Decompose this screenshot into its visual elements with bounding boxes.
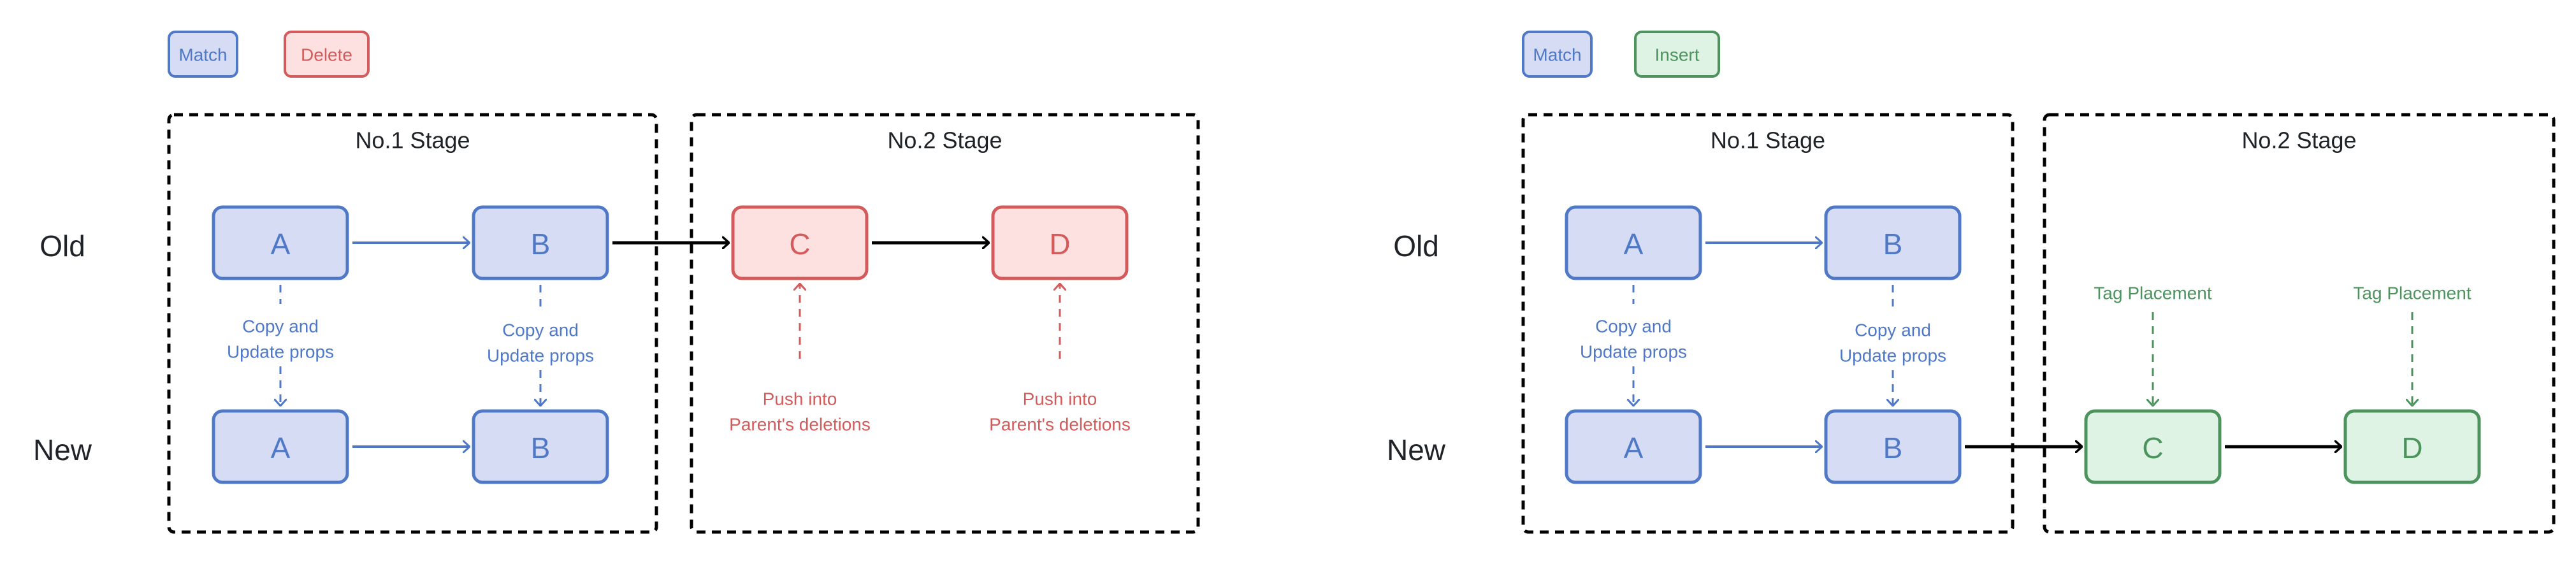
node-label: C — [789, 227, 810, 261]
node-new-B[interactable]: B — [472, 409, 609, 484]
annotation-line-2: Update props — [227, 342, 334, 362]
legend-match: Match — [168, 31, 238, 78]
row-label-old: Old — [1393, 229, 1439, 263]
stage-title: No.1 Stage — [355, 127, 470, 154]
annotation-line-1: Push into — [763, 389, 837, 409]
stage-frame — [690, 113, 1200, 534]
node-new-A[interactable]: A — [212, 409, 349, 484]
annotation-match: Copy and Update props — [1580, 285, 1687, 406]
annotation-line-2: Update props — [487, 346, 594, 366]
legend-label-match: Match — [178, 45, 227, 65]
annotation-line-1: Push into — [1023, 389, 1097, 409]
node-old-B[interactable]: B — [472, 205, 609, 280]
node-label: D — [2401, 431, 2422, 465]
node-label: B — [531, 431, 551, 465]
annotation-line-1: Tag Placement — [2094, 284, 2211, 303]
annotation-line-1: Copy and — [1595, 317, 1672, 336]
stage-title: No.2 Stage — [887, 127, 1002, 154]
node-new-C[interactable]: C — [2084, 409, 2222, 484]
node-label: A — [271, 431, 291, 465]
legend-label-insert: Insert — [1654, 45, 1699, 65]
legend-label-delete: Delete — [301, 45, 352, 65]
node-new-D[interactable]: D — [2343, 409, 2481, 484]
node-new-A[interactable]: A — [1565, 409, 1702, 484]
annotation-line-2: Parent's deletions — [989, 415, 1131, 435]
stage-2: No.2 Stage — [690, 113, 1200, 534]
node-old-A[interactable]: A — [1565, 205, 1702, 280]
annotation-insert: Tag Placement — [2094, 284, 2212, 407]
panel-delete: Match DeleteOldNewNo.1 Stage No.2 StageA B C… — [33, 31, 1200, 534]
row-label-new: New — [33, 433, 92, 466]
annotation-line-2: Update props — [1839, 346, 1946, 366]
node-label: B — [1883, 431, 1903, 465]
annotation-match: Copy and Update props — [227, 285, 334, 406]
node-new-B[interactable]: B — [1824, 409, 1962, 484]
annotation-match: Copy and Update props — [1839, 285, 1946, 406]
node-old-D[interactable]: D — [991, 205, 1129, 280]
node-old-A[interactable]: A — [212, 205, 349, 280]
annotation-match: Copy and Update props — [487, 285, 594, 406]
node-label: B — [1883, 227, 1903, 261]
annotation-line-1: Copy and — [502, 321, 579, 340]
legend-delete: Delete — [284, 31, 370, 78]
annotation-delete: Push into Parent's deletions — [729, 284, 871, 435]
row-label-new: New — [1387, 433, 1446, 466]
annotation-line-2: Update props — [1580, 342, 1687, 362]
node-old-C[interactable]: C — [731, 205, 869, 280]
annotation-insert: Tag Placement — [2353, 284, 2471, 407]
annotation-line-1: Copy and — [1855, 321, 1931, 340]
node-label: C — [2142, 431, 2163, 465]
stage-title: No.1 Stage — [1711, 127, 1825, 154]
node-label: B — [531, 227, 551, 261]
node-label: A — [1624, 431, 1644, 465]
legend-match: Match — [1522, 31, 1593, 78]
annotation-line-1: Copy and — [242, 317, 319, 336]
annotation-line-2: Parent's deletions — [729, 415, 871, 435]
panel-insert: Match Insert Old New No.1 Stage No.2 Stage A B A… — [1387, 31, 2556, 534]
row-label-old: Old — [40, 229, 85, 263]
node-label: D — [1049, 227, 1070, 261]
node-label: A — [271, 227, 291, 261]
reconciliation-diagram: Match DeleteOldNewNo.1 Stage No.2 StageA B C… — [33, 31, 2556, 534]
legend-label-match: Match — [1533, 45, 1581, 65]
node-old-B[interactable]: B — [1824, 205, 1962, 280]
stage-title: No.2 Stage — [2241, 127, 2356, 154]
node-label: A — [1624, 227, 1644, 261]
annotation-delete: Push into Parent's deletions — [989, 284, 1131, 435]
legend-insert: Insert — [1634, 31, 1720, 78]
annotation-line-1: Tag Placement — [2353, 284, 2471, 303]
